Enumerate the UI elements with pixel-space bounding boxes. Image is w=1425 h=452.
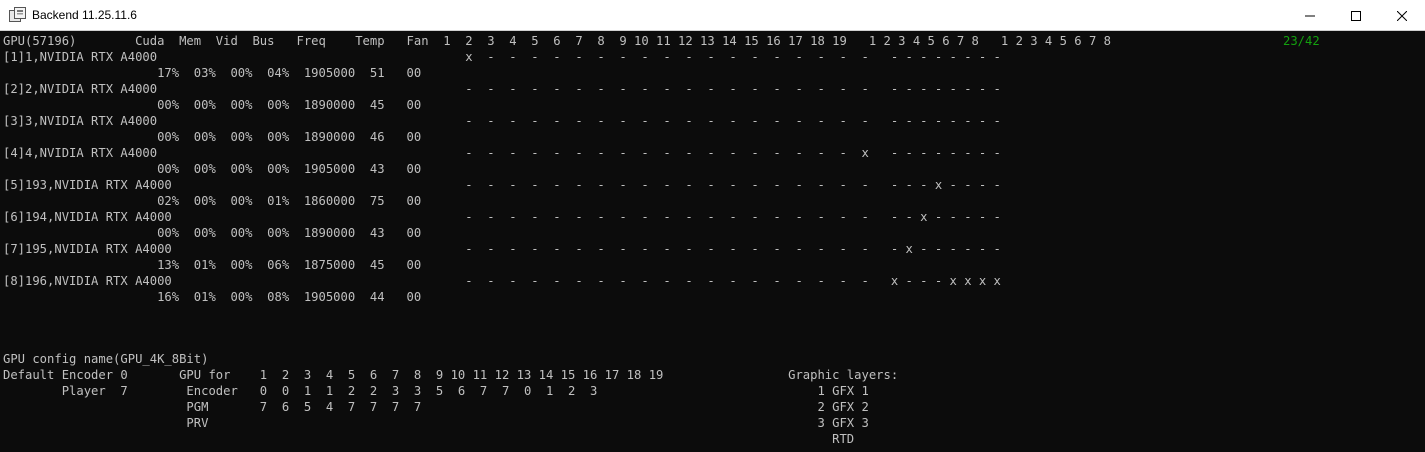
gpu5-stats-row: 02% 00% 00% 01% 1860000 75 00 [3,194,422,208]
gpu4-name-row: [4]4,NVIDIA RTX A4000 - - - - - - - - - … [3,146,1001,160]
slot-counter: 23/42 [1283,34,1320,48]
title-bar[interactable]: Backend 11.25.11.6 [0,0,1425,31]
close-icon [1397,11,1407,21]
config-player-row: Player 7 Encoder 0 0 1 1 2 2 3 3 5 6 7 7… [3,384,869,398]
maximize-icon [1351,11,1361,21]
gpu-config-name: GPU config name(GPU_4K_8Bit) [3,352,209,366]
gpu3-stats-row: 00% 00% 00% 00% 1890000 46 00 [3,130,422,144]
minimize-icon [1305,15,1315,17]
gpu5-name-row: [5]193,NVIDIA RTX A4000 - - - - - - - - … [3,178,1001,192]
console-output[interactable]: GPU(57196) Cuda Mem Vid Bus Freq Temp Fa… [0,31,1425,452]
gpu6-stats-row: 00% 00% 00% 00% 1890000 43 00 [3,226,422,240]
console-app-icon [9,7,26,22]
gpu-table-header: GPU(57196) Cuda Mem Vid Bus Freq Temp Fa… [3,34,1111,48]
gpu8-stats-row: 16% 01% 00% 08% 1905000 44 00 [3,290,422,304]
gpu4-stats-row: 00% 00% 00% 00% 1905000 43 00 [3,162,422,176]
gpu2-stats-row: 00% 00% 00% 00% 1890000 45 00 [3,98,422,112]
gpu7-stats-row: 13% 01% 00% 06% 1875000 45 00 [3,258,422,272]
config-rtd-row: RTD [3,432,855,446]
gpu3-name-row: [3]3,NVIDIA RTX A4000 - - - - - - - - - … [3,114,1001,128]
gpu1-name-row: [1]1,NVIDIA RTX A4000 x - - - - - - - - … [3,50,1001,64]
close-button[interactable] [1379,0,1425,31]
config-prv-row: PRV 3 GFX 3 [3,416,869,430]
window-title: Backend 11.25.11.6 [32,8,137,22]
minimize-button[interactable] [1287,0,1333,31]
gpu7-name-row: [7]195,NVIDIA RTX A4000 - - - - - - - - … [3,242,1001,256]
gpu6-name-row: [6]194,NVIDIA RTX A4000 - - - - - - - - … [3,210,1001,224]
config-pgm-row: PGM 7 6 5 4 7 7 7 7 2 GFX 2 [3,400,869,414]
config-encoder-row: Default Encoder 0 GPU for 1 2 3 4 5 6 7 … [3,368,899,382]
gpu1-stats-row: 17% 03% 00% 04% 1905000 51 00 [3,66,422,80]
gpu2-name-row: [2]2,NVIDIA RTX A4000 - - - - - - - - - … [3,82,1001,96]
maximize-button[interactable] [1333,0,1379,31]
gpu8-name-row: [8]196,NVIDIA RTX A4000 - - - - - - - - … [3,274,1001,288]
